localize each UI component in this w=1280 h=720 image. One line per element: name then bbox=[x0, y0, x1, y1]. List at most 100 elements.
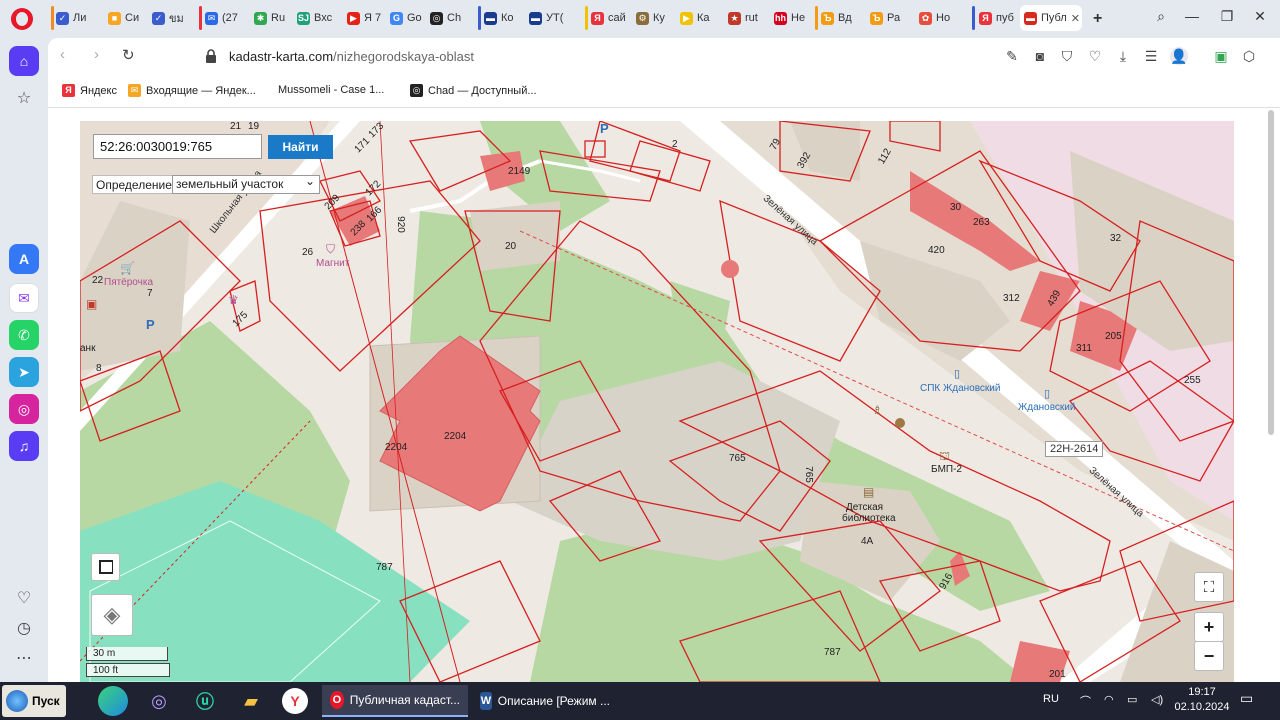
tab[interactable]: ✓ ขม bbox=[148, 5, 194, 31]
tab[interactable]: ◎ Ch bbox=[426, 5, 470, 31]
battery-icon[interactable]: ▭ bbox=[1127, 693, 1137, 706]
zoom-out-button[interactable]: − bbox=[1194, 641, 1224, 671]
tab[interactable]: Ъ Ра bbox=[866, 5, 912, 31]
parcel-label: 2 bbox=[672, 139, 678, 150]
tab[interactable]: ▬ Ко bbox=[480, 5, 522, 31]
back-icon[interactable]: ‹ bbox=[60, 46, 65, 63]
taskbar-window-button[interactable]: W Описание [Режим ... bbox=[472, 685, 618, 717]
tab-label: Не bbox=[791, 12, 806, 24]
new-tab-button[interactable]: + bbox=[1093, 10, 1102, 28]
taskbar-window-button[interactable]: O Публичная кадаст... bbox=[322, 685, 468, 717]
bookmark-item[interactable]: ◎ Chad — Доступный... bbox=[410, 84, 537, 97]
tab[interactable]: ✓ Ли bbox=[52, 5, 100, 31]
tab[interactable]: G Go bbox=[386, 5, 424, 31]
music-player-icon[interactable]: ♫ bbox=[9, 431, 39, 461]
bookmark-favicon-icon: ✉ bbox=[128, 84, 141, 97]
wifi-icon[interactable]: ◠ bbox=[1104, 693, 1114, 706]
volume-icon[interactable]: ◁) bbox=[1151, 693, 1163, 706]
network-icon[interactable]: ⌒ bbox=[1080, 693, 1091, 709]
tab[interactable]: ▶ Я 7 bbox=[343, 5, 383, 31]
instagram-icon[interactable]: ◎ bbox=[9, 394, 39, 424]
arc-browser-icon[interactable]: ◎ bbox=[144, 686, 174, 716]
home-icon[interactable]: ⌂ bbox=[9, 46, 39, 76]
fullscreen-button[interactable]: ⛶ bbox=[1194, 572, 1224, 602]
tab[interactable]: ✱ Ru bbox=[250, 5, 290, 31]
bookmark-item[interactable]: Mussomeli - Case 1... bbox=[278, 84, 384, 96]
camera-icon[interactable]: ◙ bbox=[1031, 47, 1049, 65]
telegram-icon[interactable]: ➤ bbox=[9, 357, 39, 387]
bookmark-item[interactable]: ✉ Входящие — Яндек... bbox=[128, 84, 256, 97]
restore-button[interactable]: ❐ bbox=[1215, 8, 1239, 25]
measure-tool-button[interactable] bbox=[91, 553, 120, 581]
forward-icon[interactable]: › bbox=[94, 46, 99, 63]
upwork-icon[interactable]: ⓤ bbox=[190, 686, 220, 716]
bus-stop-label[interactable]: СПК Ждановский bbox=[920, 383, 1000, 394]
bookmarks-bar: Я Яндекс ✉ Входящие — Яндек... Mussomeli - C… bbox=[48, 76, 1280, 108]
tab[interactable]: ▬ УТ( bbox=[525, 5, 577, 31]
edge-icon[interactable] bbox=[98, 686, 128, 716]
tab[interactable]: ✿ Но bbox=[915, 5, 969, 31]
tab[interactable]: ⚙ Ку bbox=[632, 5, 674, 31]
more-icon[interactable]: ⋯ bbox=[12, 646, 36, 670]
bus-stop-label[interactable]: Ждановский bbox=[1018, 402, 1075, 413]
tab-label: Ко bbox=[501, 12, 514, 24]
lock-icon[interactable] bbox=[205, 49, 217, 63]
star-icon[interactable]: ☆ bbox=[12, 86, 36, 110]
definition-select[interactable]: земельный участок bbox=[172, 174, 320, 194]
tab[interactable]: SJ Вхс bbox=[293, 5, 339, 31]
poi-label-library[interactable]: библиотека bbox=[842, 513, 896, 524]
parcel-label: 30 bbox=[950, 202, 962, 213]
zoom-in-button[interactable]: + bbox=[1194, 612, 1224, 642]
cadastral-map[interactable]: 21 19 173 171 172 209 166 238 920 26 Маг… bbox=[80, 121, 1234, 682]
tab-islands-icon[interactable]: ▣ bbox=[1212, 47, 1230, 65]
file-explorer-icon[interactable]: ▰ bbox=[236, 686, 266, 716]
tab[interactable]: Ъ Вд bbox=[817, 5, 863, 31]
edit-icon[interactable]: ✎ bbox=[1003, 47, 1021, 65]
tab-group-indicator bbox=[51, 6, 54, 30]
tab[interactable]: hh Не bbox=[770, 5, 814, 31]
url-field[interactable]: kadastr-karta.com/nizhegorodskaya-oblast bbox=[229, 49, 474, 64]
close-window-button[interactable]: ✕ bbox=[1248, 8, 1272, 25]
yandex-browser-icon[interactable]: Y bbox=[282, 688, 308, 714]
start-button[interactable]: Пуск bbox=[2, 685, 66, 717]
tab[interactable]: ✉ (27 bbox=[201, 5, 247, 31]
word-icon: W bbox=[480, 692, 492, 710]
parcel-label: 420 bbox=[928, 245, 945, 256]
cadastral-number-input[interactable] bbox=[93, 134, 262, 159]
layers-button[interactable]: ◈ bbox=[91, 594, 133, 636]
reload-icon[interactable]: ↻ bbox=[122, 46, 135, 64]
whatsapp-icon[interactable]: ✆ bbox=[9, 320, 39, 350]
messenger-icon[interactable]: ✉ bbox=[9, 283, 39, 313]
history-icon[interactable]: ◷ bbox=[12, 616, 36, 640]
tab[interactable]: ▶ Ка bbox=[676, 5, 720, 31]
clock[interactable]: 19:17 02.10.2024 bbox=[1172, 685, 1232, 715]
tab-label: Ru bbox=[271, 12, 286, 24]
page-scrollbar[interactable] bbox=[1268, 110, 1274, 435]
close-tab-icon[interactable]: ✕ bbox=[1071, 12, 1080, 25]
tab[interactable]: ★ rut bbox=[724, 5, 768, 31]
shield-icon[interactable]: ⛉ bbox=[1058, 47, 1076, 65]
tab[interactable]: Ясай bbox=[587, 5, 629, 31]
poi-label-magnit[interactable]: Магнит bbox=[316, 258, 349, 269]
search-tabs-icon[interactable]: ⌕ bbox=[1149, 8, 1173, 25]
heart-bookmark-icon[interactable]: ♡ bbox=[1086, 47, 1104, 65]
language-indicator[interactable]: RU bbox=[1043, 693, 1059, 705]
cube-icon[interactable]: ⬡ bbox=[1240, 47, 1258, 65]
tab[interactable]: ■ Си bbox=[104, 5, 146, 31]
parcel-label: 255 bbox=[1184, 375, 1201, 386]
find-button[interactable]: Найти bbox=[268, 135, 333, 159]
notifications-icon[interactable]: ▭ bbox=[1240, 690, 1253, 707]
parcel-label-765[interactable]: 765 bbox=[729, 453, 746, 464]
tab[interactable]: ▬ Публ ✕ bbox=[1020, 5, 1082, 31]
heart-icon[interactable]: ♡ bbox=[12, 586, 36, 610]
poi-label-pyaterochka[interactable]: Пятёрочка bbox=[104, 277, 153, 288]
download-icon[interactable]: ⤓ bbox=[1114, 47, 1132, 65]
profile-icon[interactable]: 👤 bbox=[1170, 47, 1188, 65]
bookmark-item[interactable]: Я Яндекс bbox=[62, 84, 117, 97]
poi-label-library[interactable]: Детская bbox=[846, 502, 883, 513]
minimize-button[interactable]: — bbox=[1180, 8, 1204, 24]
easy-setup-icon[interactable]: ☰ bbox=[1142, 47, 1160, 65]
opera-logo-icon[interactable] bbox=[11, 8, 33, 30]
aria-icon[interactable]: A bbox=[9, 244, 39, 274]
tab[interactable]: Япуб bbox=[975, 5, 1017, 31]
